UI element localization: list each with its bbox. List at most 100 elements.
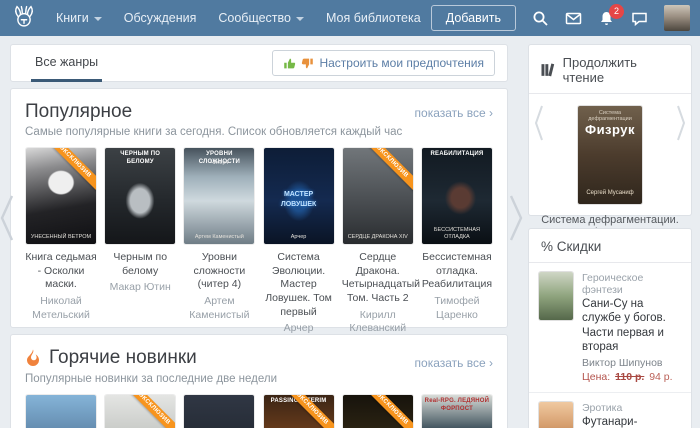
- book-thumbnail: [539, 272, 573, 320]
- cover-title-text: ЧЕРНЫМ ПО БЕЛОМУ: [120, 151, 161, 165]
- main-menu: Книги Обсуждения Сообщество Моя библиоте…: [56, 11, 421, 25]
- genre-tabbar: Все жанры Настроить мои предпочтения: [10, 44, 508, 82]
- book-title: Сердце Дракона. Четырнадцатый Том. Часть…: [341, 251, 421, 304]
- book-cover[interactable]: УРОВНИ СЛОЖНОСТИ Читер4 Артем Каменистый: [184, 148, 255, 244]
- hot-title: Горячие новинки: [49, 347, 197, 368]
- discount-meta: Героическое фэнтези Сани-Су на службе у б…: [582, 272, 681, 383]
- book-item[interactable]: МАСТЕР ЛОВУШЕК Арчер Система Эволюции. Мас…: [263, 148, 335, 349]
- genre-label: Героическое фэнтези: [582, 272, 644, 296]
- book-item[interactable]: ЧЕРНЫМ ПО БЕЛОМУ Черным по белому Макар Ют…: [104, 148, 176, 349]
- menu-label: Книги: [56, 11, 89, 25]
- cover-title-text: Физрук: [584, 122, 636, 137]
- book-author: Тимофей Царенко: [434, 294, 480, 321]
- sidebar-prev-arrow[interactable]: [532, 103, 546, 143]
- thumbs-up-icon: [284, 58, 296, 68]
- book-author: Николай Метельский: [32, 294, 90, 321]
- preferences-label: Настроить мои предпочтения: [319, 56, 484, 70]
- book-cover[interactable]: ЭКСКЛЮЗИВ: [342, 395, 413, 428]
- book-cover[interactable]: [26, 395, 96, 428]
- book-cover[interactable]: Real-RPG. ЛЕДЯНОЙ ФОРПОСТ: [421, 395, 492, 428]
- book-item[interactable]: [183, 395, 255, 428]
- book-cover[interactable]: [184, 395, 255, 428]
- exclusive-ribbon: ЭКСКЛЮЗИВ: [359, 148, 413, 195]
- popular-section: Популярное показать все › Самые популярн…: [10, 88, 508, 348]
- hot-subtitle: Популярные новинки за последние две неде…: [25, 373, 278, 385]
- book-item[interactable]: REАБИЛИТАЦИЯ БЕССИСТЕМНАЯ ОТЛАДКА Бессисте…: [421, 148, 493, 349]
- book-item[interactable]: PASSING INTERIM ЭКСКЛЮЗИВ: [263, 395, 335, 428]
- preferences-button[interactable]: Настроить мои предпочтения: [272, 50, 495, 76]
- menu-item-community[interactable]: Сообщество: [218, 11, 304, 25]
- book-cover[interactable]: PASSING INTERIM ЭКСКЛЮЗИВ: [263, 395, 334, 428]
- book-title: Футанари-реинкарнация [DLC] - Богиня в п…: [582, 415, 638, 428]
- hot-show-all-link[interactable]: показать все ›: [415, 356, 493, 370]
- book-cover[interactable]: REАБИЛИТАЦИЯ БЕССИСТЕМНАЯ ОТЛАДКА: [421, 148, 492, 244]
- notification-badge: 2: [609, 3, 624, 19]
- discounts-title: % Скидки: [529, 229, 691, 263]
- discounts-list: Героическое фэнтези Сани-Су на службе у б…: [529, 263, 691, 428]
- book-title: Черным по белому: [113, 251, 168, 277]
- cover-subtitle-text: Читер4: [210, 160, 229, 166]
- menu-item-books[interactable]: Книги: [56, 11, 102, 25]
- add-button[interactable]: Добавить: [430, 5, 516, 31]
- cover-series-text: Система дефрагментации: [588, 110, 632, 122]
- chevron-down-icon: [93, 17, 102, 21]
- cover-title-text: МАСТЕР ЛОВУШЕК: [280, 191, 317, 208]
- discount-item[interactable]: ЭротикаФутанари-реинкарнация [DLC] - Бог…: [529, 393, 691, 428]
- exclusive-ribbon: ЭКСКЛЮЗИВ: [121, 395, 176, 428]
- continue-reading-card: Продолжить чтение Система дефрагментации…: [528, 44, 692, 238]
- notifications-bell-icon[interactable]: 2: [598, 3, 624, 27]
- menu-item-my-library[interactable]: Моя библиотека: [326, 11, 421, 25]
- popular-title: Популярное: [25, 101, 133, 122]
- book-title: Система Эволюции. Мастер Ловушек. Том пе…: [265, 251, 332, 318]
- popular-books-row: УНЕСЕННЫЙ ВЕТРОМ ЭКСКЛЮЗИВ Книга седьмая -…: [11, 138, 507, 349]
- discounts-card: % Скидки Героическое фэнтези Сани-Су на с…: [528, 228, 692, 428]
- genre-label: Эротика: [582, 401, 623, 414]
- book-thumbnail: [539, 401, 573, 428]
- book-cover[interactable]: СЕРДЦЕ ДРАКОНА XIV ЭКСКЛЮЗИВ: [342, 148, 413, 244]
- tab-all-genres[interactable]: Все жанры: [31, 44, 103, 82]
- hot-books-row: ЭКСКЛЮЗИВ PASSING INTERIM ЭКСКЛЮЗИВ ЭКСКЛЮЗ…: [11, 385, 507, 428]
- popular-show-all-link[interactable]: показать все ›: [415, 106, 493, 120]
- cover-footer-text: Артем Каменистый: [194, 233, 244, 240]
- old-price: 110 р.: [615, 370, 645, 383]
- popular-subtitle: Самые популярные книги за сегодня. Списо…: [25, 126, 403, 138]
- top-navbar: Книги Обсуждения Сообщество Моя библиоте…: [0, 0, 700, 36]
- book-author: Кирилл Клеванский: [349, 308, 407, 335]
- book-item[interactable]: УНЕСЕННЫЙ ВЕТРОМ ЭКСКЛЮЗИВ Книга седьмая -…: [25, 148, 97, 349]
- cover-footer-text: БЕССИСТЕМНАЯ ОТЛАДКА: [433, 226, 481, 240]
- messages-icon[interactable]: [565, 10, 582, 27]
- book-cover[interactable]: ЭКСКЛЮЗИВ: [105, 395, 176, 428]
- carousel-prev-arrow[interactable]: [0, 192, 17, 244]
- sidebar-next-arrow[interactable]: [674, 103, 688, 143]
- cover-author-text: Сергей Мусаниф: [586, 190, 634, 196]
- book-item[interactable]: СЕРДЦЕ ДРАКОНА XIV ЭКСКЛЮЗИВ Сердце Дракон…: [341, 148, 421, 349]
- book-item[interactable]: Real-RPG. ЛЕДЯНОЙ ФОРПОСТ: [421, 395, 493, 428]
- thumbs-down-icon: [302, 58, 314, 68]
- discount-item[interactable]: Героическое фэнтези Сани-Су на службе у б…: [529, 263, 691, 393]
- search-icon[interactable]: [532, 10, 549, 27]
- carousel-next-arrow[interactable]: [506, 192, 526, 244]
- book-cover[interactable]: МАСТЕР ЛОВУШЕК Арчер: [263, 148, 334, 244]
- new-price: 94 р.: [646, 370, 673, 383]
- price-label: Цена:: [582, 370, 614, 383]
- user-avatar[interactable]: [664, 5, 690, 31]
- book-author: Виктор Шипунов: [582, 356, 663, 369]
- fire-icon: [27, 349, 39, 366]
- cover-footer-text: Арчер: [290, 233, 307, 240]
- cover-footer-text: УНЕСЕННЫЙ ВЕТРОМ: [30, 233, 92, 240]
- bookshelf-icon: [541, 63, 555, 77]
- book-item[interactable]: ЭКСКЛЮЗИВ: [104, 395, 176, 428]
- book-cover[interactable]: УНЕСЕННЫЙ ВЕТРОМ ЭКСКЛЮЗИВ: [26, 148, 96, 244]
- book-item[interactable]: УРОВНИ СЛОЖНОСТИ Читер4 Артем Каменистый Ур…: [183, 148, 255, 349]
- continue-reading-cover[interactable]: Система дефрагментации Физрук Сергей Мус…: [578, 106, 642, 204]
- book-cover[interactable]: ЧЕРНЫМ ПО БЕЛОМУ: [105, 148, 176, 244]
- book-item[interactable]: ЭКСКЛЮЗИВ: [342, 395, 414, 428]
- book-author: Артем Каменистый: [189, 294, 250, 321]
- cover-title-text: Real-RPG. ЛЕДЯНОЙ ФОРПОСТ: [424, 398, 490, 412]
- menu-label: Моя библиотека: [326, 11, 421, 25]
- menu-item-discussions[interactable]: Обсуждения: [124, 11, 197, 25]
- site-logo[interactable]: [10, 4, 38, 32]
- book-item[interactable]: [25, 395, 97, 428]
- cover-footer-text: СЕРДЦЕ ДРАКОНА XIV: [347, 233, 408, 240]
- comments-bubble-icon[interactable]: [631, 10, 648, 27]
